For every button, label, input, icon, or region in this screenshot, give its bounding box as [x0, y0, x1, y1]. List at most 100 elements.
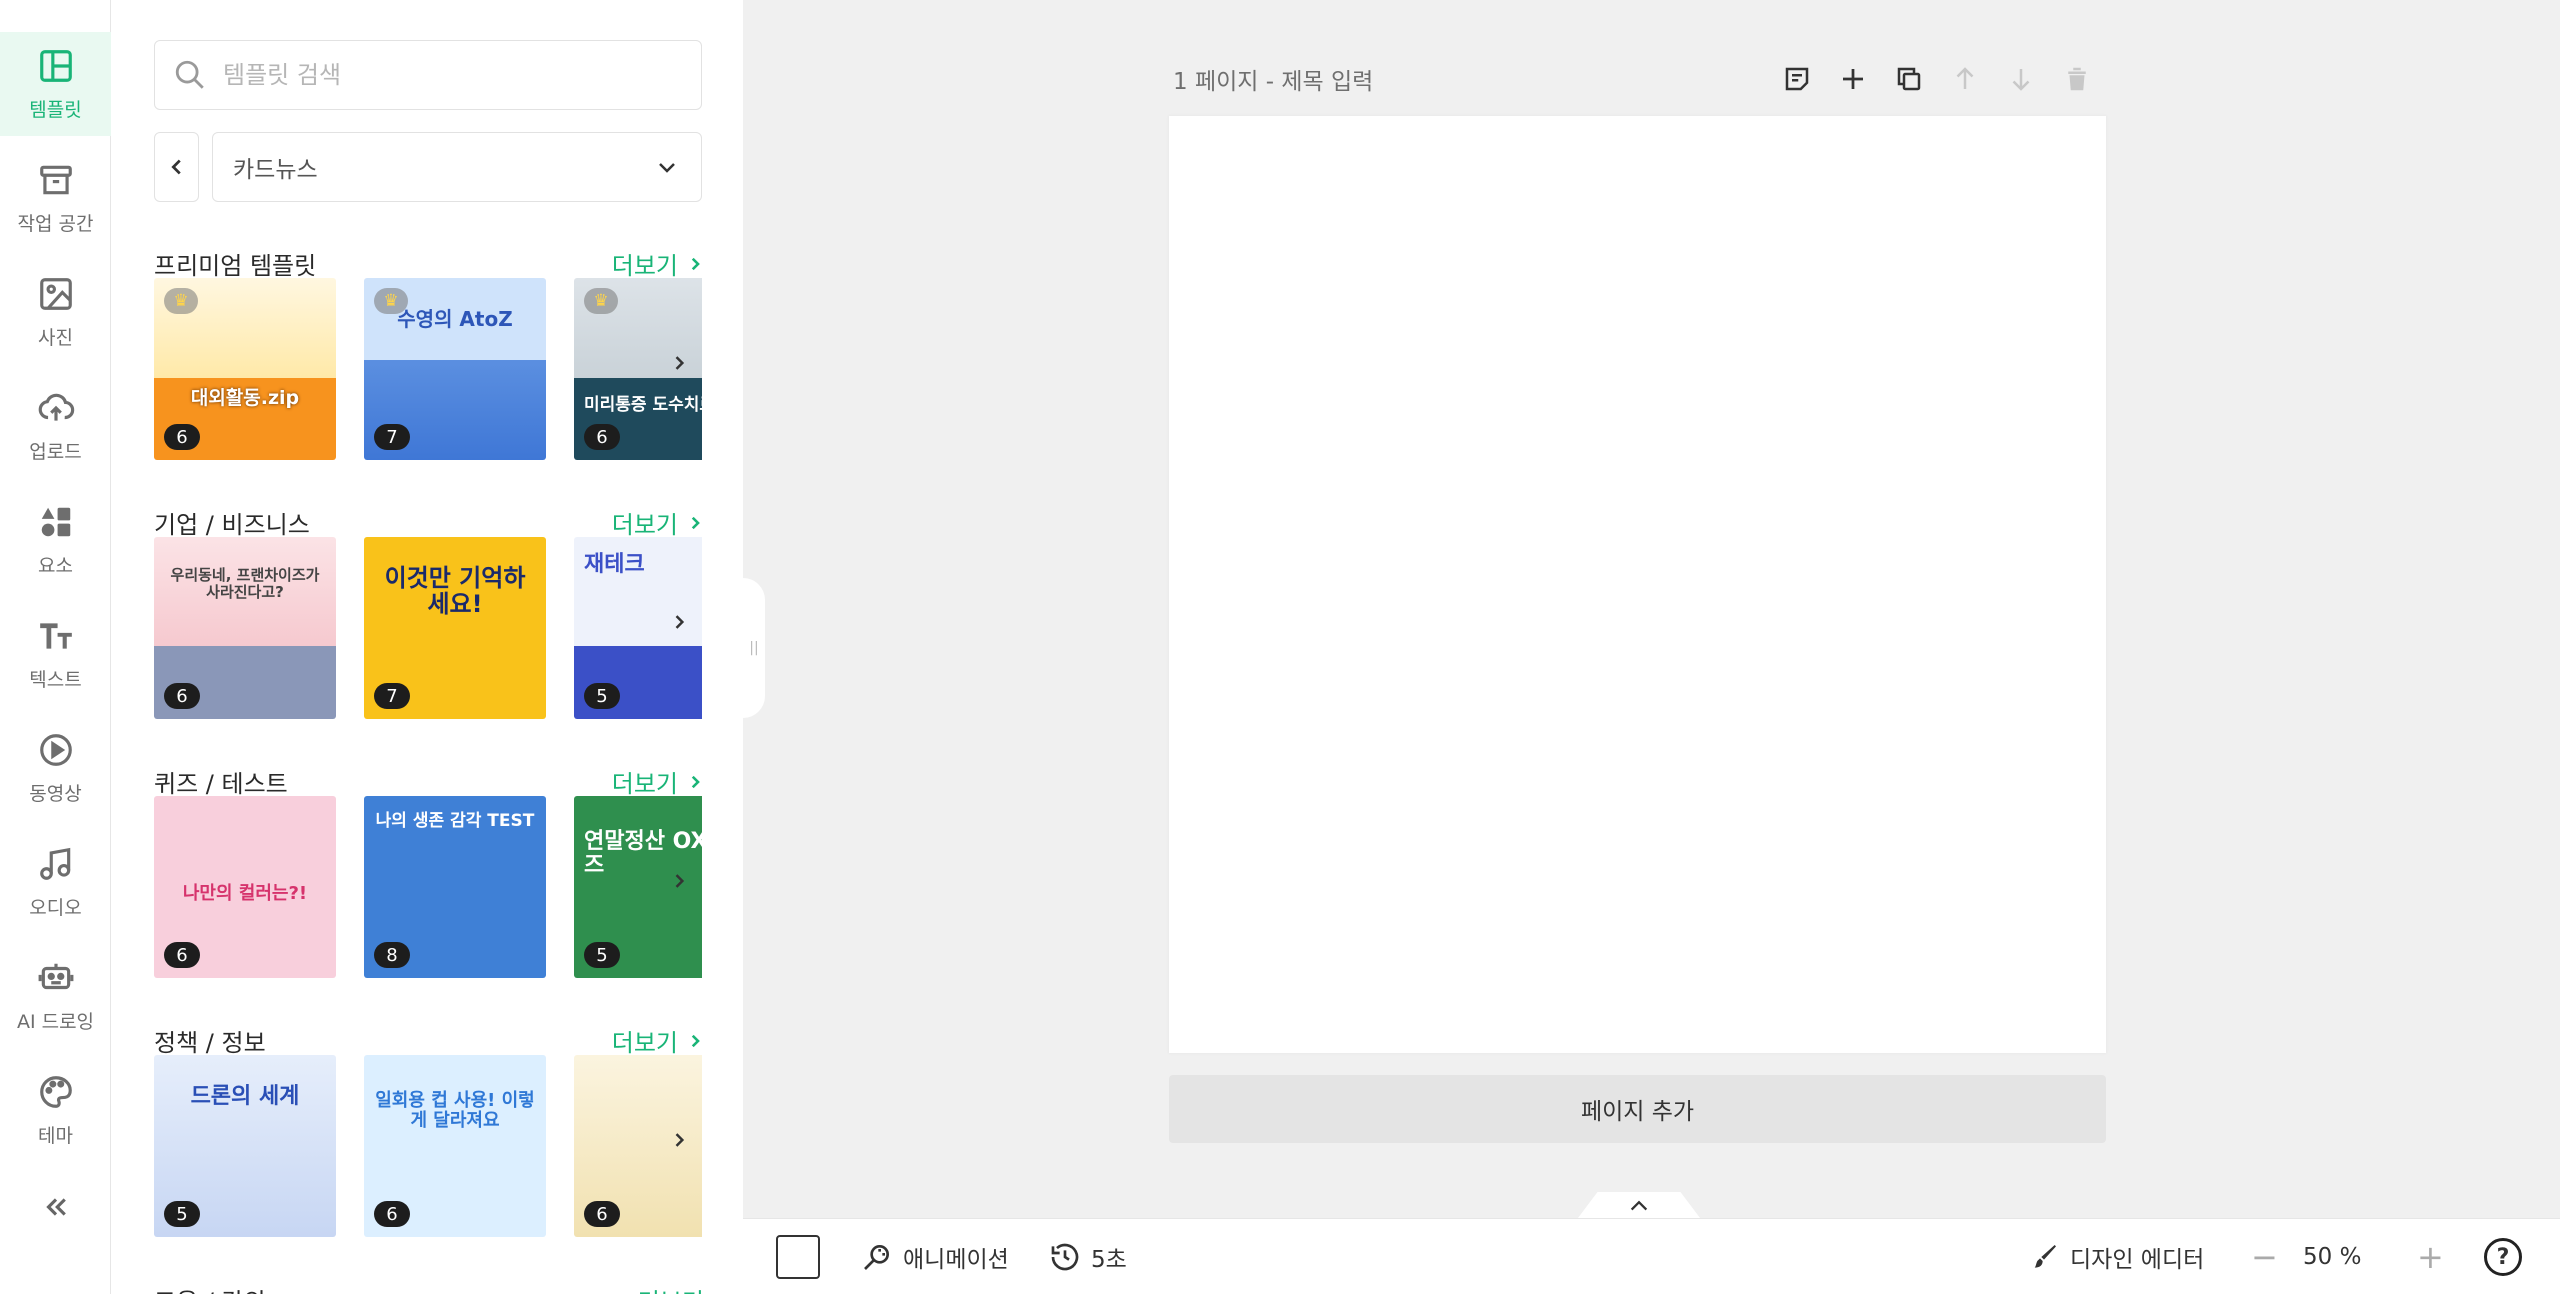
image-icon — [39, 277, 72, 310]
template-search[interactable] — [154, 40, 702, 110]
add-page-button[interactable] — [1836, 62, 1870, 96]
chevron-right-icon — [691, 1034, 700, 1047]
bottom-bar: 애니메이션 5초 디자인 에디터 − 50 % + ? — [743, 1218, 2560, 1294]
more-link[interactable]: 더보기 — [612, 246, 704, 281]
rail-item-text[interactable]: 텍스트 — [0, 602, 111, 706]
section-title: 프리미엄 템플릿 — [154, 252, 317, 280]
thumb-title: 수영의 AtoZ — [397, 307, 513, 331]
chevron-right-icon — [675, 356, 685, 370]
layout-icon — [39, 49, 72, 82]
template-thumbnail[interactable]: 우리동네, 프랜차이즈가 사라진다고? 6 — [154, 537, 336, 719]
brush-icon — [2034, 1245, 2056, 1268]
section-title: 교육 / 강의 — [154, 1282, 266, 1294]
more-link[interactable]: 더보기 — [638, 1282, 704, 1294]
more-link[interactable]: 더보기 — [612, 1023, 704, 1058]
scroll-next-button[interactable] — [664, 864, 694, 898]
expand-pages-tab[interactable] — [1578, 1192, 1700, 1218]
page-count-badge: 5 — [584, 683, 620, 709]
template-panel: 카드뉴스 프리미엄 템플릿 더보기 ♛ 대외활동.zip 6 ♛ 수영의 Ato… — [111, 0, 743, 1294]
move-page-down-button[interactable] — [2004, 62, 2038, 96]
category-select[interactable]: 카드뉴스 — [212, 132, 702, 202]
template-thumbnail[interactable]: 나만의 컬러는?! 6 — [154, 796, 336, 978]
add-page-bar[interactable]: 페이지 추가 — [1169, 1075, 2106, 1143]
animation-button[interactable]: 애니메이션 — [861, 1219, 1009, 1294]
scroll-next-button[interactable] — [664, 605, 694, 639]
chevron-right-icon — [691, 775, 700, 788]
magic-wand-icon — [864, 1245, 889, 1270]
rail-item-video[interactable]: 동영상 — [0, 716, 111, 820]
rail-label: AI 드로잉 — [16, 1010, 95, 1033]
scroll-next-button[interactable] — [664, 1123, 694, 1157]
template-thumbnail[interactable]: 이것만 기억하세요! 7 — [364, 537, 546, 719]
duration-label: 5초 — [1091, 1247, 1127, 1273]
rail-item-audio[interactable]: 오디오 — [0, 830, 111, 934]
more-link[interactable]: 더보기 — [612, 505, 704, 540]
rail-item-photos[interactable]: 사진 — [0, 260, 111, 364]
page-title[interactable]: 1 페이지 - 제목 입력 — [1173, 62, 1373, 96]
rail-item-templates[interactable]: 템플릿 — [0, 32, 111, 136]
category-value: 카드뉴스 — [233, 157, 318, 183]
plus-icon — [1843, 69, 1863, 89]
thumb-title: 미리통증 도수치료 — [584, 395, 702, 415]
template-thumbnail[interactable]: ♛ 대외활동.zip 6 — [154, 278, 336, 460]
thumb-row: 나만의 컬러는?! 6 나의 생존 감각 TEST 8 연말정산 OX 퀴즈 5 — [154, 796, 702, 980]
note-icon — [1785, 67, 1809, 91]
back-button[interactable] — [154, 132, 199, 202]
template-thumbnail[interactable]: 일회용 컵 사용! 이렇게 달라져요 6 — [364, 1055, 546, 1237]
thumb-row: 우리동네, 프랜차이즈가 사라진다고? 6 이것만 기억하세요! 7 재테크 5 — [154, 537, 702, 721]
chevron-right-icon — [691, 257, 700, 270]
crown-icon: ♛ — [164, 288, 198, 314]
rail-label: 오디오 — [29, 896, 82, 919]
template-thumbnail[interactable]: 나의 생존 감각 TEST 8 — [364, 796, 546, 978]
page-count-badge: 6 — [164, 942, 200, 968]
duplicate-page-button[interactable] — [1892, 62, 1926, 96]
rail-label: 사진 — [38, 326, 73, 349]
help-button[interactable]: ? — [2484, 1219, 2522, 1294]
search-input[interactable] — [223, 61, 683, 89]
rail-item-ai-drawing[interactable]: AI 드로잉 — [0, 944, 111, 1048]
zoom-out-button[interactable]: − — [2251, 1219, 2278, 1294]
more-link[interactable]: 더보기 — [612, 764, 704, 799]
rail-item-elements[interactable]: 요소 — [0, 488, 111, 592]
section-title: 기업 / 비즈니스 — [154, 511, 310, 539]
delete-page-button[interactable] — [2060, 62, 2094, 96]
copy-icon — [1897, 67, 1921, 91]
page-count-badge: 6 — [584, 424, 620, 450]
thumb-row: 드론의 세계 5 일회용 컵 사용! 이렇게 달라져요 6 6 — [154, 1055, 702, 1239]
rail-label: 텍스트 — [29, 668, 82, 691]
history-clock-icon — [1051, 1243, 1079, 1271]
page-count-badge: 5 — [584, 942, 620, 968]
page-count-badge: 7 — [374, 683, 410, 709]
page-note-button[interactable] — [1780, 62, 1814, 96]
template-thumbnail[interactable]: 드론의 세계 5 — [154, 1055, 336, 1237]
thumb-title: 나만의 컬러는?! — [182, 883, 308, 904]
thumb-title: 일회용 컵 사용! 이렇게 달라져요 — [375, 1090, 535, 1131]
rail-item-workspace[interactable]: 작업 공간 — [0, 146, 111, 250]
move-page-up-button[interactable] — [1948, 62, 1982, 96]
background-color-button[interactable] — [776, 1219, 820, 1294]
thumb-title: 나의 생존 감각 TEST — [375, 811, 535, 831]
collapse-rail-icon[interactable] — [38, 1192, 74, 1222]
design-page[interactable] — [1169, 116, 2106, 1053]
text-size-icon — [39, 622, 72, 649]
page-count-badge: 8 — [374, 942, 410, 968]
section-title: 정책 / 정보 — [154, 1029, 266, 1057]
panel-collapse-handle[interactable]: || — [743, 578, 765, 718]
scroll-next-button[interactable] — [664, 346, 694, 380]
page-count-badge: 6 — [374, 1201, 410, 1227]
help-icon: ? — [2484, 1238, 2522, 1276]
template-thumbnail[interactable]: ♛ 수영의 AtoZ 7 — [364, 278, 546, 460]
arrow-down-icon — [2012, 69, 2030, 91]
design-editor-button[interactable]: 디자인 에디터 — [2028, 1219, 2204, 1294]
search-icon — [175, 60, 204, 89]
duration-button[interactable]: 5초 — [1049, 1219, 1127, 1294]
rail-item-theme[interactable]: 테마 — [0, 1058, 111, 1162]
chevron-right-icon — [675, 874, 685, 888]
zoom-in-button[interactable]: + — [2417, 1219, 2444, 1294]
zoom-level[interactable]: 50 % — [2303, 1219, 2361, 1294]
thumb-title: 우리동네, 프랜차이즈가 사라진다고? — [170, 566, 320, 601]
cloud-upload-icon — [38, 393, 74, 421]
rail-item-upload[interactable]: 업로드 — [0, 374, 111, 478]
thumb-row: ♛ 대외활동.zip 6 ♛ 수영의 AtoZ 7 ♛ 미리통증 도수치료 6 — [154, 278, 702, 462]
more-label: 더보기 — [611, 511, 678, 539]
